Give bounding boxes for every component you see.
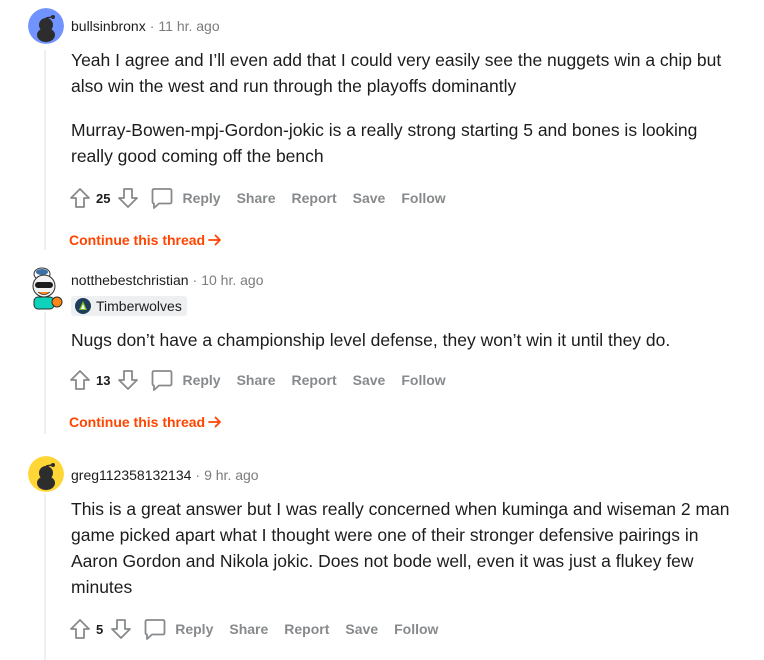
follow-button[interactable]: Follow	[401, 190, 445, 206]
timestamp[interactable]: 11 hr. ago	[158, 18, 219, 34]
reply-button[interactable]: Reply	[143, 617, 213, 641]
vote-score: 25	[96, 190, 111, 206]
flair-label: Timberwolves	[96, 298, 182, 314]
reply-label: Reply	[182, 372, 221, 388]
comment-body: Yeah I agree and I’ll even add that I co…	[71, 47, 731, 169]
save-button[interactable]: Save	[345, 621, 378, 637]
comment-actions: 25 Reply Share Report Save Follow	[68, 185, 446, 211]
upvote-arrow-icon[interactable]	[68, 368, 92, 392]
comment-paragraph: Yeah I agree and I’ll even add that I co…	[71, 50, 722, 96]
comment-meta: greg112358132134 · 9 hr. ago	[71, 466, 259, 484]
timestamp[interactable]: 10 hr. ago	[201, 272, 263, 288]
share-button[interactable]: Share	[229, 621, 268, 637]
meta-separator: ·	[195, 467, 201, 483]
username[interactable]: greg112358132134	[71, 467, 191, 483]
follow-button[interactable]: Follow	[394, 621, 438, 637]
right-arrow-icon	[208, 415, 222, 429]
username[interactable]: bullsinbronx	[71, 18, 146, 34]
user-flair: Timberwolves	[71, 296, 187, 316]
speech-bubble-icon	[150, 368, 174, 392]
report-button[interactable]: Report	[292, 190, 337, 206]
meta-separator: ·	[192, 272, 198, 288]
comment-paragraph: Nugs don’t have a championship level def…	[71, 330, 671, 350]
avatar[interactable]	[28, 8, 64, 44]
comment-body: Nugs don’t have a championship level def…	[71, 327, 731, 353]
report-button[interactable]: Report	[292, 372, 337, 388]
save-button[interactable]: Save	[353, 372, 386, 388]
share-button[interactable]: Share	[237, 372, 276, 388]
downvote-arrow-icon[interactable]	[116, 368, 140, 392]
share-button[interactable]: Share	[237, 190, 276, 206]
comment-actions: 5 Reply Share Report Save Follow	[68, 616, 438, 642]
reply-label: Reply	[182, 190, 221, 206]
thread-line[interactable]	[44, 50, 46, 250]
report-button[interactable]: Report	[284, 621, 329, 637]
vote-score: 13	[96, 372, 111, 388]
comment-body: This is a great answer but I was really …	[71, 496, 731, 600]
comment-paragraph: This is a great answer but I was really …	[71, 499, 730, 597]
comment-meta: notthebestchristian · 10 hr. ago	[71, 271, 263, 289]
comment-paragraph: Murray-Bowen-mpj-Gordon-jokic is a reall…	[71, 120, 698, 166]
upvote-arrow-icon[interactable]	[68, 186, 92, 210]
thread-line[interactable]	[44, 494, 46, 660]
avatar[interactable]	[26, 264, 64, 314]
upvote-arrow-icon[interactable]	[68, 617, 92, 641]
reply-label: Reply	[175, 621, 214, 637]
comment-actions: 13 Reply Share Report Save Follow	[68, 367, 446, 393]
thread-line[interactable]	[44, 312, 46, 434]
reply-button[interactable]: Reply	[150, 368, 221, 392]
avatar[interactable]	[28, 456, 64, 492]
meta-separator: ·	[149, 18, 155, 34]
speech-bubble-icon	[143, 617, 167, 641]
speech-bubble-icon	[150, 186, 174, 210]
right-arrow-icon	[208, 233, 222, 247]
continue-thread-label: Continue this thread	[69, 232, 206, 248]
continue-thread-label: Continue this thread	[69, 414, 206, 430]
downvote-arrow-icon[interactable]	[116, 186, 140, 210]
continue-thread-link[interactable]: Continue this thread	[69, 232, 222, 248]
continue-thread-link[interactable]: Continue this thread	[69, 414, 222, 430]
username[interactable]: notthebestchristian	[71, 272, 189, 288]
timberwolves-logo-icon	[75, 298, 91, 314]
comment-meta: bullsinbronx · 11 hr. ago	[71, 17, 220, 35]
reply-button[interactable]: Reply	[150, 186, 221, 210]
vote-score: 5	[96, 621, 104, 637]
downvote-arrow-icon[interactable]	[109, 617, 133, 641]
follow-button[interactable]: Follow	[401, 372, 445, 388]
timestamp[interactable]: 9 hr. ago	[204, 467, 259, 483]
save-button[interactable]: Save	[353, 190, 386, 206]
